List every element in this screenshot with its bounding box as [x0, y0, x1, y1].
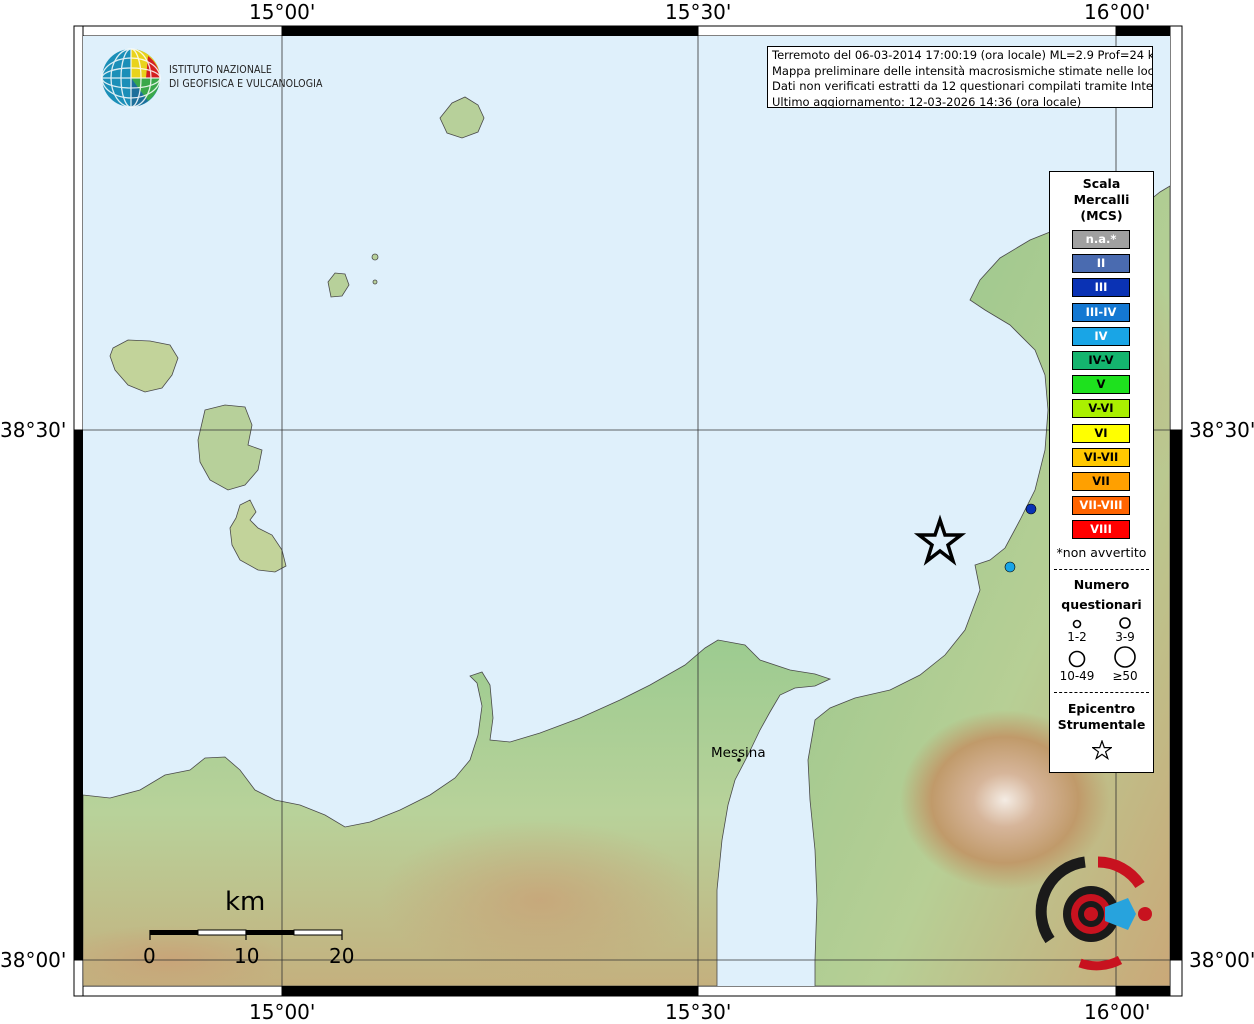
legend-title-line1: Scala — [1082, 176, 1121, 191]
legend-divider — [1054, 692, 1149, 693]
scale-bar-tick-0: 0 — [143, 944, 156, 968]
institute-name-line2: DI GEOFISICA E VULCANOLOGIA — [169, 78, 323, 90]
legend-swatch: IV — [1072, 326, 1130, 346]
institute-name-line1: ISTITUTO NAZIONALE — [169, 64, 272, 76]
event-info-line4: Ultimo aggiornamento: 12-03-2026 14:36 (… — [772, 94, 1082, 108]
scale-bar-tick-10: 10 — [234, 944, 260, 968]
legend-swatch: III-IV — [1072, 302, 1130, 322]
count-label-10-49: 10-49 — [1059, 669, 1095, 683]
epicenter-legend-star-icon — [1092, 740, 1112, 760]
legend-swatch: III — [1072, 278, 1130, 298]
legend-swatch: II — [1072, 254, 1130, 274]
event-info-line1: Terremoto del 06-03-2014 17:00:19 (ora l… — [772, 48, 1153, 62]
lon-tick-bottom-15-30: 15°30' — [665, 1000, 732, 1024]
legend-swatch: VI — [1072, 423, 1130, 443]
lat-tick-left-38-30: 38°30' — [0, 418, 67, 442]
lon-tick-top-15-00: 15°00' — [249, 0, 316, 24]
legend-divider — [1054, 569, 1149, 570]
count-label-50-plus: ≥50 — [1112, 669, 1138, 683]
intensity-point-iv[interactable] — [1004, 561, 1016, 573]
legend-title: Scala Mercalli (MCS) — [1050, 176, 1153, 224]
count-label-1-2: 1-2 — [1067, 630, 1087, 644]
legend-title-line3: (MCS) — [1080, 208, 1123, 223]
islet — [372, 279, 378, 285]
lon-tick-top-15-30: 15°30' — [665, 0, 732, 24]
not-felt-note: *non avvertito — [1056, 545, 1147, 560]
epicenter-title: Epicentro Strumentale — [1050, 701, 1153, 733]
legend-swatch: V — [1072, 375, 1130, 395]
intensity-point-iii[interactable] — [1025, 503, 1037, 515]
count-symbol-3-9 — [1119, 617, 1131, 629]
legend-swatch: V-VI — [1072, 399, 1130, 419]
scale-bar-tick-20: 20 — [329, 944, 355, 968]
legend-swatch: IV-V — [1072, 351, 1130, 370]
lat-tick-right-38-30: 38°30' — [1189, 418, 1254, 442]
peloritani-relief — [380, 820, 700, 980]
lat-tick-left-38-00: 38°00' — [0, 948, 67, 972]
city-label-messina: Messina — [711, 745, 766, 761]
legend-swatch: n.a.* — [1072, 230, 1130, 249]
legend-swatch: VII — [1072, 472, 1130, 491]
count-title: Numero questionari — [1050, 575, 1153, 615]
institute-name: ISTITUTO NAZIONALE DI GEOFISICA E VULCAN… — [169, 63, 323, 91]
legend-swatch: VI-VII — [1072, 447, 1130, 467]
legend-title-line2: Mercalli — [1073, 192, 1130, 207]
intensity-legend: Scala Mercalli (MCS) n.a.* II III III-IV IV I… — [1049, 171, 1154, 773]
count-label-3-9: 3-9 — [1115, 630, 1135, 644]
event-info-line2: Mappa preliminare delle intensità macros… — [772, 63, 1153, 78]
legend-swatch: VIII — [1072, 520, 1130, 540]
count-symbol-10-49 — [1068, 650, 1086, 668]
epicenter-title-line1: Epicentro — [1067, 701, 1136, 716]
islet — [371, 253, 379, 261]
epicenter-title-line2: Strumentale — [1057, 717, 1146, 732]
lon-tick-bottom-15-00: 15°00' — [249, 1000, 316, 1024]
scale-bar-unit: km — [225, 887, 266, 917]
lat-tick-right-38-00: 38°00' — [1189, 948, 1254, 972]
count-title-line1: Numero — [1073, 577, 1130, 592]
count-symbol-50-plus — [1114, 646, 1136, 668]
event-info-line3: Dati non verificati estratti da 12 quest… — [772, 79, 1153, 93]
count-symbol-1-2 — [1072, 619, 1082, 629]
legend-swatch: VII-VIII — [1072, 496, 1130, 516]
ingv-logo — [101, 48, 161, 108]
event-info-box: Terremoto del 06-03-2014 17:00:19 (ora l… — [767, 46, 1153, 108]
lon-tick-bottom-16-00: 16°00' — [1084, 1000, 1151, 1024]
lon-tick-top-16-00: 16°00' — [1084, 0, 1151, 24]
